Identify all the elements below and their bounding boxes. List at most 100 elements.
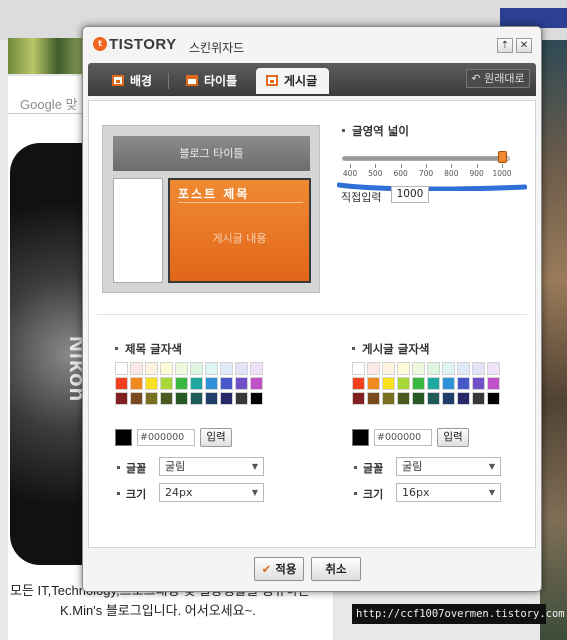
color-swatch[interactable] — [130, 377, 143, 390]
title-color-hex-input[interactable]: #000000 — [137, 429, 195, 446]
color-swatch[interactable] — [220, 392, 233, 405]
color-swatch[interactable] — [412, 362, 425, 375]
blue-header-bar — [500, 8, 567, 28]
color-swatch[interactable] — [220, 362, 233, 375]
slider-tick-label: 700 — [418, 169, 434, 178]
color-swatch[interactable] — [487, 362, 500, 375]
color-swatch[interactable] — [397, 362, 410, 375]
color-swatch[interactable] — [205, 377, 218, 390]
apply-button[interactable]: ✔ 적용 — [254, 557, 304, 581]
color-swatch[interactable] — [397, 392, 410, 405]
pin-icon[interactable]: ⇡ — [497, 38, 513, 53]
color-swatch[interactable] — [235, 377, 248, 390]
color-swatch[interactable] — [175, 362, 188, 375]
color-swatch[interactable] — [250, 392, 263, 405]
color-swatch[interactable] — [457, 362, 470, 375]
blog-caption-line2: K.Min's 블로그입니다. 어서오세요~. — [60, 603, 256, 618]
tab-title[interactable]: 타이틀 — [176, 68, 249, 94]
color-swatch[interactable] — [205, 392, 218, 405]
color-swatch[interactable] — [175, 392, 188, 405]
close-icon[interactable]: ✕ — [516, 38, 532, 53]
chevron-down-icon: ▼ — [251, 488, 258, 497]
color-swatch[interactable] — [115, 392, 128, 405]
body-color-hex-input[interactable]: #000000 — [374, 429, 432, 446]
color-swatch[interactable] — [472, 362, 485, 375]
tab-divider — [168, 73, 169, 89]
color-swatch[interactable] — [250, 362, 263, 375]
dialog-footer: ✔ 적용 취소 — [83, 553, 541, 591]
color-swatch[interactable] — [367, 377, 380, 390]
color-swatch[interactable] — [205, 362, 218, 375]
color-swatch[interactable] — [145, 362, 158, 375]
color-swatch[interactable] — [367, 362, 380, 375]
color-swatch[interactable] — [352, 377, 365, 390]
color-swatch[interactable] — [190, 377, 203, 390]
color-swatch[interactable] — [235, 392, 248, 405]
color-swatch[interactable] — [382, 362, 395, 375]
color-swatch[interactable] — [115, 377, 128, 390]
width-slider-handle[interactable] — [498, 151, 507, 163]
color-swatch[interactable] — [487, 377, 500, 390]
color-swatch[interactable] — [397, 377, 410, 390]
undo-icon: ↶ — [471, 72, 481, 85]
color-swatch[interactable] — [352, 392, 365, 405]
color-swatch[interactable] — [190, 392, 203, 405]
color-swatch[interactable] — [130, 392, 143, 405]
title-font-select[interactable]: 굴림 ▼ — [159, 457, 264, 476]
reset-button-label: 원래대로 — [484, 72, 525, 85]
tab-post[interactable]: 게시글 — [256, 68, 330, 94]
dialog-titlebar[interactable]: t TISTORY 스킨위자드 ⇡ ✕ — [83, 27, 541, 63]
color-swatch[interactable] — [250, 377, 263, 390]
color-swatch[interactable] — [442, 392, 455, 405]
color-swatch[interactable] — [412, 392, 425, 405]
color-swatch[interactable] — [190, 362, 203, 375]
color-swatch[interactable] — [412, 377, 425, 390]
tab-background[interactable]: 배경 — [102, 68, 164, 94]
body-color-apply-button[interactable]: 입력 — [437, 428, 469, 447]
color-swatch[interactable] — [427, 362, 440, 375]
dialog-title: 스킨위자드 — [189, 41, 245, 55]
color-swatch[interactable] — [220, 377, 233, 390]
title-color-palette — [115, 362, 268, 407]
width-direct-input[interactable]: 1000 — [391, 186, 429, 203]
color-swatch[interactable] — [487, 392, 500, 405]
color-swatch[interactable] — [115, 362, 128, 375]
color-swatch[interactable] — [235, 362, 248, 375]
color-swatch[interactable] — [160, 392, 173, 405]
color-swatch[interactable] — [145, 392, 158, 405]
color-swatch[interactable] — [472, 377, 485, 390]
color-swatch[interactable] — [427, 377, 440, 390]
color-swatch[interactable] — [352, 362, 365, 375]
preview-post-title: 포스트 제목 — [178, 185, 303, 203]
color-swatch[interactable] — [175, 377, 188, 390]
cancel-button[interactable]: 취소 — [311, 557, 361, 581]
color-swatch[interactable] — [130, 362, 143, 375]
body-size-select[interactable]: 16px ▼ — [396, 483, 501, 502]
color-swatch[interactable] — [160, 362, 173, 375]
body-color-palette — [352, 362, 505, 407]
tab-post-label: 게시글 — [284, 74, 318, 88]
color-swatch[interactable] — [382, 377, 395, 390]
width-slider-track[interactable] — [342, 156, 510, 161]
color-swatch[interactable] — [145, 377, 158, 390]
color-swatch[interactable] — [457, 377, 470, 390]
title-size-value: 24px — [165, 486, 193, 499]
width-slider-fill — [343, 157, 503, 160]
tistory-logo-text: TISTORY — [109, 36, 177, 53]
title-selected-color-swatch — [115, 429, 132, 446]
title-size-select[interactable]: 24px ▼ — [159, 483, 264, 502]
color-swatch[interactable] — [367, 392, 380, 405]
color-swatch[interactable] — [382, 392, 395, 405]
body-font-select[interactable]: 굴림 ▼ — [396, 457, 501, 476]
color-swatch[interactable] — [472, 392, 485, 405]
color-swatch[interactable] — [457, 392, 470, 405]
color-swatch[interactable] — [442, 377, 455, 390]
title-tab-icon — [186, 75, 198, 86]
slider-tick — [476, 164, 478, 168]
color-swatch[interactable] — [160, 377, 173, 390]
slider-tick — [350, 164, 351, 168]
title-color-apply-button[interactable]: 입력 — [200, 428, 232, 447]
color-swatch[interactable] — [427, 392, 440, 405]
color-swatch[interactable] — [442, 362, 455, 375]
reset-button[interactable]: ↶ 원래대로 — [466, 69, 530, 88]
